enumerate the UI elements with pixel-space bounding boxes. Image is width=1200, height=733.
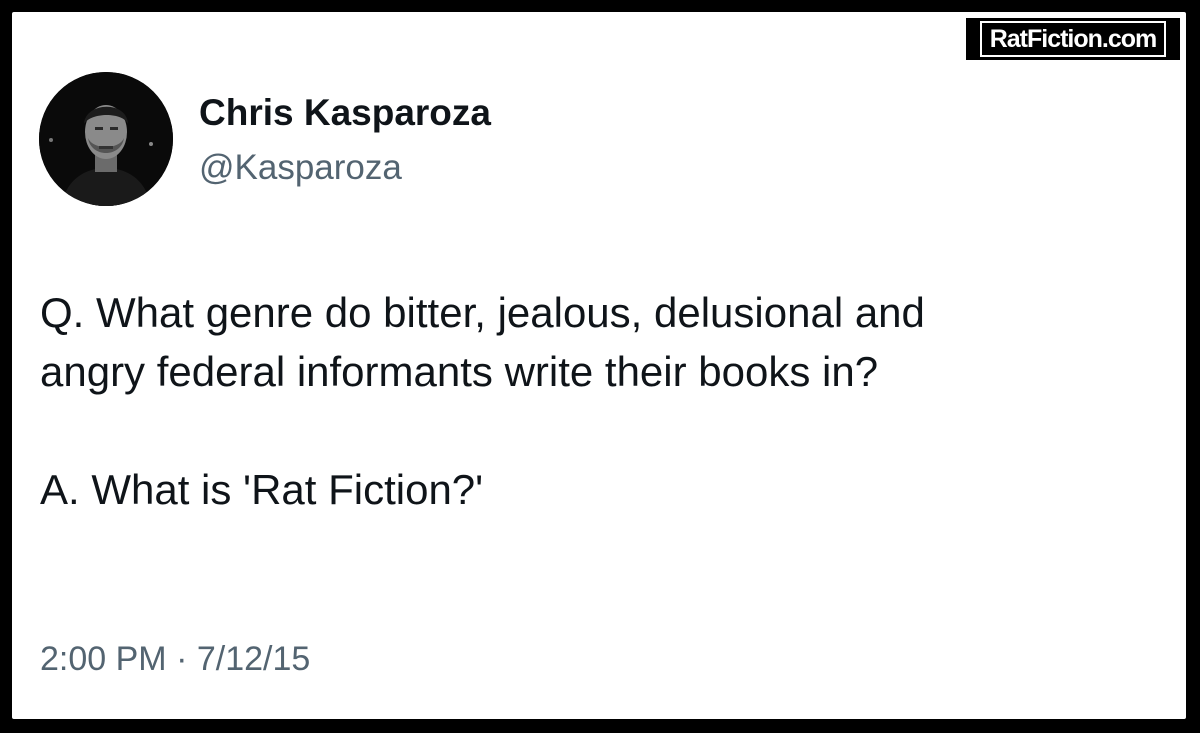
tweet-line: A. What is 'Rat Fiction?': [40, 466, 484, 513]
avatar[interactable]: [39, 72, 173, 206]
author-handle[interactable]: @Kasparoza: [199, 148, 402, 188]
black-frame: RatFiction.com Chris Kasparoza @Kasparoz…: [0, 0, 1200, 733]
watermark-text: RatFiction.com: [979, 21, 1167, 57]
tweet-line: angry federal informants write their boo…: [40, 348, 879, 395]
tweet-line: Q. What genre do bitter, jealous, delusi…: [40, 289, 925, 336]
author-display-name[interactable]: Chris Kasparoza: [199, 92, 491, 134]
tweet-timestamp[interactable]: 2:00 PM · 7/12/15: [40, 640, 310, 679]
tweet-text: Q. What genre do bitter, jealous, delusi…: [40, 283, 1160, 519]
avatar-photo-icon: [39, 72, 173, 206]
watermark-logo: RatFiction.com: [966, 18, 1180, 60]
